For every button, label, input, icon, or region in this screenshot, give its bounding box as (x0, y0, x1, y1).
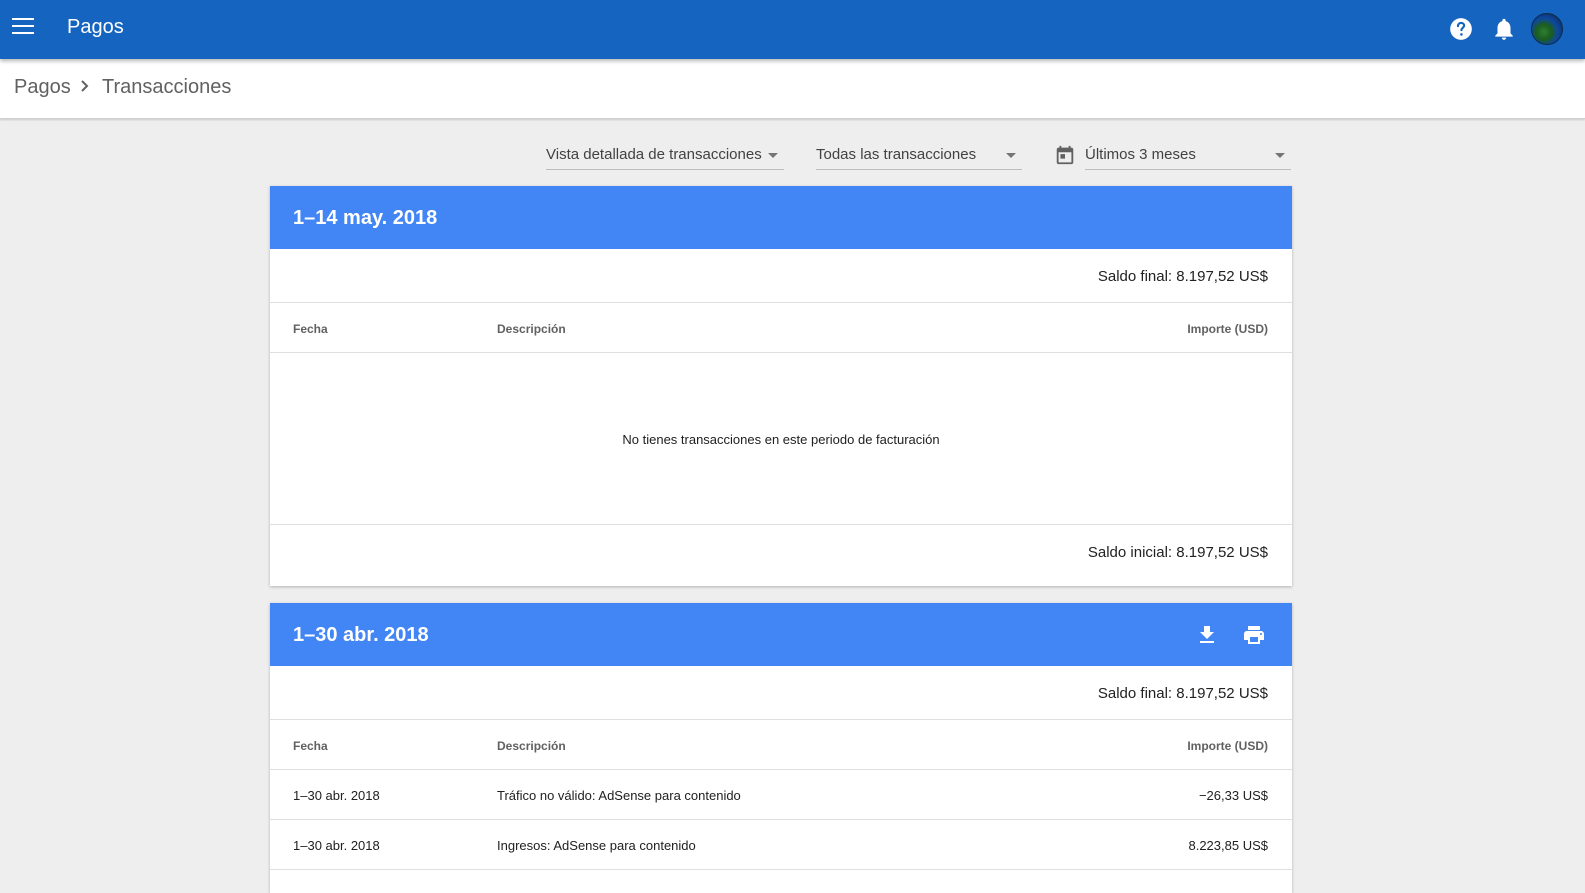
dropdown-arrow-icon (768, 153, 778, 158)
row-description: Ingresos: AdSense para contenido (497, 838, 696, 853)
transaction-type-select[interactable]: Todas las transacciones (816, 140, 1022, 170)
transaction-type-value: Todas las transacciones (816, 146, 977, 163)
period-title: 1–30 abr. 2018 (293, 624, 429, 646)
column-date: Fecha (293, 739, 328, 753)
column-amount: Importe (USD) (1187, 322, 1268, 336)
table-header: Fecha Descripción Importe (USD) (270, 303, 1292, 353)
initial-balance: Saldo inicial: 8.197,52 US$ (1087, 544, 1268, 561)
row-amount: −26,33 US$ (1198, 788, 1268, 803)
empty-state: No tienes transacciones en este periodo … (270, 353, 1292, 525)
period-card: 1–30 abr. 2018 Saldo final: 8.197,52 US$… (270, 603, 1292, 893)
table-header: Fecha Descripción Importe (USD) (270, 720, 1292, 770)
date-range-select[interactable]: Últimos 3 meses (1085, 140, 1291, 170)
period-header: 1–14 may. 2018 (270, 186, 1292, 249)
download-icon[interactable] (1195, 623, 1219, 647)
initial-balance-row: Saldo inicial: 8.197,52 US$ (270, 525, 1292, 586)
view-select[interactable]: Vista detallada de transacciones (546, 140, 784, 170)
avatar[interactable] (1531, 13, 1563, 45)
final-balance: Saldo final: 8.197,52 US$ (1097, 685, 1268, 702)
row-amount: 8.223,85 US$ (1188, 838, 1268, 853)
row-date: 1–30 abr. 2018 (293, 788, 380, 803)
column-date: Fecha (293, 322, 328, 336)
column-description: Descripción (497, 739, 566, 753)
help-icon[interactable] (1448, 16, 1474, 42)
empty-message: No tienes transacciones en este periodo … (622, 432, 940, 447)
date-range-value: Últimos 3 meses (1085, 146, 1196, 163)
chevron-right-icon (81, 80, 89, 92)
breadcrumb-current: Transacciones (102, 76, 232, 98)
column-amount: Importe (USD) (1187, 739, 1268, 753)
top-app-bar: Pagos (0, 0, 1585, 59)
final-balance-row: Saldo final: 8.197,52 US$ (270, 249, 1292, 303)
app-title: Pagos (67, 16, 124, 38)
menu-icon[interactable] (12, 18, 34, 40)
period-header: 1–30 abr. 2018 (270, 603, 1292, 666)
notifications-icon[interactable] (1491, 16, 1517, 42)
table-row: 1–30 abr. 2018 Ingresos: AdSense para co… (270, 820, 1292, 870)
period-title: 1–14 may. 2018 (293, 207, 438, 229)
final-balance-row: Saldo final: 8.197,52 US$ (270, 666, 1292, 720)
row-date: 1–30 abr. 2018 (293, 838, 380, 853)
calendar-icon (1056, 145, 1074, 165)
view-select-value: Vista detallada de transacciones (546, 146, 762, 163)
dropdown-arrow-icon (1275, 153, 1285, 158)
table-row: 1–30 abr. 2018 Tráfico no válido: AdSens… (270, 770, 1292, 820)
dropdown-arrow-icon (1006, 153, 1016, 158)
column-description: Descripción (497, 322, 566, 336)
print-icon[interactable] (1242, 623, 1266, 647)
breadcrumb: Pagos Transacciones (0, 59, 1585, 119)
period-card: 1–14 may. 2018 Saldo final: 8.197,52 US$… (270, 186, 1292, 586)
filter-bar: Vista detallada de transacciones Todas l… (0, 140, 1585, 172)
final-balance: Saldo final: 8.197,52 US$ (1097, 268, 1268, 285)
row-description: Tráfico no válido: AdSense para contenid… (497, 788, 741, 803)
breadcrumb-root[interactable]: Pagos (14, 76, 71, 99)
